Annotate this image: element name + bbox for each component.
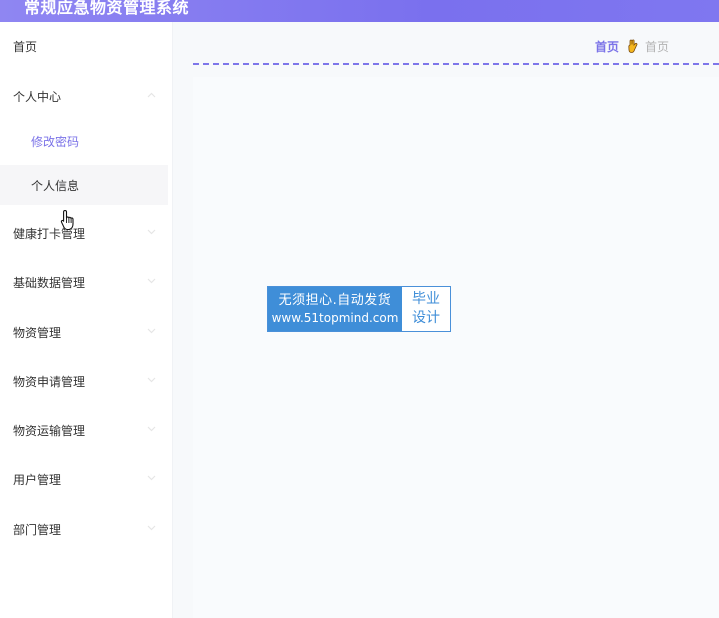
- breadcrumb-current: 首页: [644, 40, 669, 54]
- sidebar-item-label: 个人中心: [13, 89, 62, 104]
- sidebar-item-label: 基础数据管理: [13, 275, 86, 290]
- sidebar-item-material-request[interactable]: 物资申请管理: [0, 361, 172, 401]
- sidebar-item-label: 物资申请管理: [13, 374, 86, 389]
- sidebar-item-material-transport[interactable]: 物资运输管理: [0, 410, 172, 450]
- chevron-down-icon: [147, 328, 156, 335]
- sidebar-subitem-label: 个人信息: [31, 178, 80, 193]
- chevron-down-icon: [147, 475, 156, 482]
- chevron-down-icon: [147, 377, 156, 384]
- breadcrumb: 首页 首页: [595, 38, 669, 55]
- sidebar-subitem-change-password[interactable]: 修改密码: [0, 121, 168, 161]
- sidebar-item-health-checkin[interactable]: 健康打卡管理: [0, 213, 172, 253]
- pointer-hand-cursor-icon: [60, 209, 76, 231]
- sidebar-item-basic-data[interactable]: 基础数据管理: [0, 262, 172, 302]
- sidebar-subitem-label: 修改密码: [31, 134, 80, 149]
- watermark-slogan: 无须担心.自动发货: [278, 293, 392, 308]
- sidebar: 首页 个人中心 修改密码 个人信息 健康打卡管理 基础数据管理 物资管理 物资申…: [0, 22, 173, 618]
- watermark-url: www.51topmind.com: [271, 311, 399, 325]
- content-area: [193, 77, 719, 618]
- sidebar-item-label: 首页: [13, 39, 38, 54]
- chevron-down-icon: [147, 229, 156, 236]
- sidebar-item-label: 物资运输管理: [13, 423, 86, 438]
- watermark-tag-line1: 毕业: [412, 291, 440, 307]
- breadcrumb-home-link[interactable]: 首页: [595, 38, 619, 55]
- sidebar-item-personal-center[interactable]: 个人中心: [0, 76, 172, 116]
- sidebar-item-label: 部门管理: [13, 522, 62, 537]
- watermark-left: 无须担心.自动发货 www.51topmind.com: [268, 287, 402, 331]
- watermark-banner: 无须担心.自动发货 www.51topmind.com 毕业 设计: [267, 286, 451, 332]
- sidebar-item-user-management[interactable]: 用户管理: [0, 459, 172, 499]
- hand-icon: [627, 39, 639, 54]
- sidebar-item-label: 用户管理: [13, 472, 62, 487]
- watermark-right: 毕业 设计: [402, 287, 450, 331]
- watermark-tag-line2: 设计: [412, 310, 440, 326]
- breadcrumb-divider: [193, 63, 719, 65]
- top-header: 常规应急物资管理系统: [0, 0, 719, 22]
- chevron-down-icon: [147, 278, 156, 285]
- sidebar-item-materials[interactable]: 物资管理: [0, 312, 172, 352]
- chevron-down-icon: [147, 426, 156, 433]
- sidebar-item-label: 物资管理: [13, 325, 62, 340]
- app-title: 常规应急物资管理系统: [24, 0, 190, 17]
- sidebar-subitem-personal-info[interactable]: 个人信息: [0, 165, 168, 205]
- chevron-down-icon: [147, 525, 156, 532]
- sidebar-item-department-management[interactable]: 部门管理: [0, 509, 172, 549]
- chevron-up-icon: [147, 92, 156, 99]
- sidebar-item-home[interactable]: 首页: [0, 26, 172, 66]
